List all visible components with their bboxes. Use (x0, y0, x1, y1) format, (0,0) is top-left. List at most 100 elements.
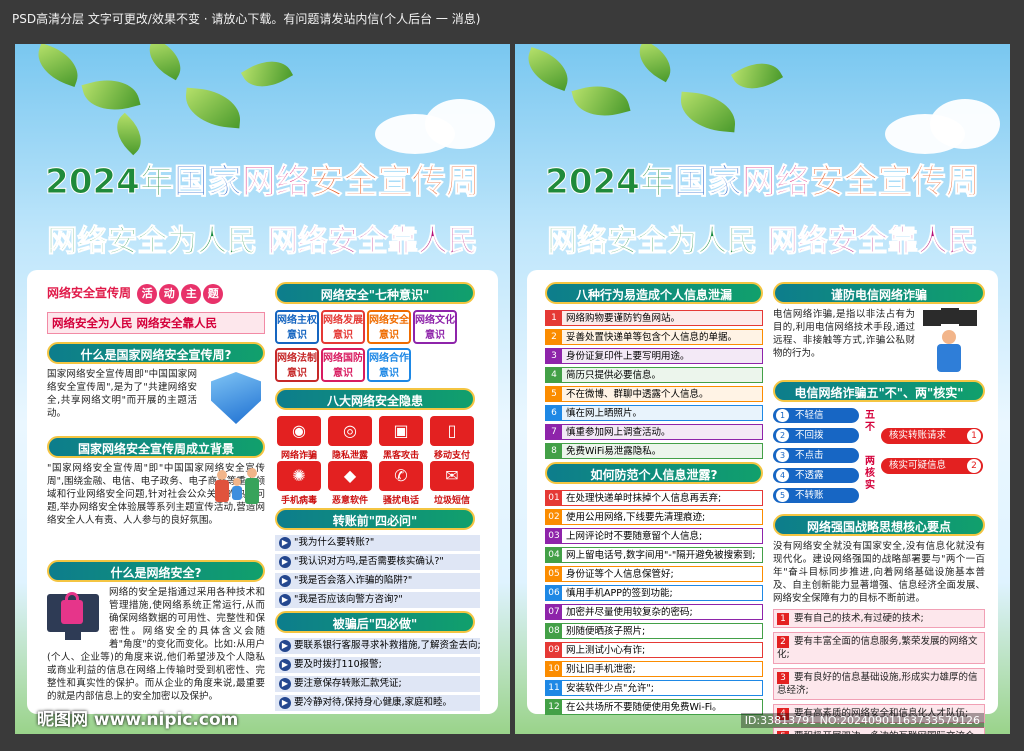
fraud-person-icon (919, 308, 981, 374)
do-item: ▶ 要注意保存转账汇款凭证; (275, 676, 480, 692)
five-no-item: 2 不回拨 (773, 428, 859, 443)
theme-circle: 主 (181, 284, 202, 304)
risk-item: ◉ 网络诈骗 (275, 416, 323, 461)
item-number: 02 (546, 510, 562, 524)
five-no-text: 不转账 (795, 490, 824, 501)
leaf-decoration (521, 47, 575, 91)
section-header: 电信网络诈骗五"不"、两"核实" (773, 380, 985, 402)
section-header: 谨防电信网络诈骗 (773, 282, 985, 304)
item-number: 2 (967, 459, 981, 473)
prevent-text: 慎用手机APP的签到功能; (566, 588, 673, 599)
two-check-list: 核实转账请求 1 核实可疑信息 2 (881, 428, 983, 488)
prevent-text: 上网评论时不要随意留个人信息; (566, 531, 703, 542)
item-number: 8 (546, 444, 562, 458)
do-text: 要注意保存转账汇款凭证; (294, 678, 402, 689)
content-panel: 八种行为易造成个人信息泄漏 1 网络购物要谨防钓鱼网站。 2 妥善处置快递单等包含个人… (527, 270, 998, 734)
leak-text: 不在微博、群聊中透露个人信息。 (566, 389, 709, 400)
item-number: 1 (546, 311, 562, 325)
play-icon: ▶ (279, 639, 291, 652)
prevent-list: 01 在处理快递单时抹掉个人信息再丢弃; 02 使用公用网络,下线要先清理痕迹; 03 上… (545, 490, 763, 715)
item-number: 5 (546, 387, 562, 401)
item-number: 4 (546, 368, 562, 382)
sms-icon: ✉ (430, 461, 474, 491)
awareness-tile: 网络文化意识 (413, 310, 457, 344)
slogan-bar: 网络安全为人民 网络安全靠人民 (47, 312, 265, 334)
risk-label: 垃圾短信 (433, 496, 470, 506)
subtitle-right: 网络安全靠人民 (767, 224, 978, 260)
do-item: ▶ 要及时拨打110报警; (275, 657, 480, 673)
leaf-decoration (631, 44, 679, 83)
ask-text: "我认识对方吗,是否需要核实确认?" (294, 556, 444, 567)
leaf-decoration (183, 87, 243, 129)
risk-item: ◆ 恶意软件 (326, 461, 374, 506)
awareness-tile: 网络国防意识 (321, 348, 365, 382)
subtitle-left: 网络安全为人民 (547, 224, 758, 260)
family-icon (213, 464, 263, 512)
poster-left: 2024年国家网络安全宣传周 网络安全为人民 网络安全靠人民 网络安全宣传周 活… (15, 44, 510, 734)
cloud-decoration (425, 99, 495, 149)
item-number: 12 (546, 700, 562, 714)
item-number: 5 (776, 489, 789, 502)
leak-text: 妥善处置快递单等包含个人信息的单据。 (566, 332, 738, 343)
section-header: 如何防范个人信息泄露? (545, 462, 763, 484)
paragraph: 电信网络诈骗,是指以非法占有为目的,利用电信网络技术手段,通过远程、非接触等方式… (773, 309, 915, 359)
title-year: 2024年 (545, 162, 675, 203)
leak-item: 4 简历只提供必要信息。 (545, 367, 763, 383)
item-number: 09 (546, 643, 562, 657)
play-icon: ▶ (279, 593, 291, 606)
subtitle: 网络安全为人民 网络安全靠人民 (515, 216, 1010, 260)
requirement-item: 2 要有丰富全面的信息服务,繁荣发展的网络文化; (773, 632, 985, 664)
title-part: 网络 (241, 162, 310, 203)
prevent-text: 安装软件少点"允许"; (566, 683, 654, 694)
hacker-icon: ▣ (379, 416, 423, 446)
play-icon: ▶ (279, 696, 291, 709)
item-number: 3 (777, 671, 789, 684)
do-item: ▶ 要冷静对待,保持身心健康,家庭和睦。 (275, 695, 480, 711)
leak-text: 免费WiFi易泄露隐私。 (566, 446, 662, 457)
item-number: 2 (776, 429, 789, 442)
prevent-item: 09 网上测试小心有诈; (545, 642, 763, 658)
item-number: 6 (546, 406, 562, 420)
main-title: 2024年国家网络安全宣传周 (515, 154, 1010, 203)
monitor-lock-icon (47, 588, 103, 648)
item-number: 7 (546, 425, 562, 439)
risk-item: ▣ 黑客攻击 (377, 416, 425, 461)
leaf-decoration (678, 91, 738, 133)
shield-icon (211, 372, 261, 424)
leak-list: 1 网络购物要谨防钓鱼网站。 2 妥善处置快递单等包含个人信息的单据。 3 身份证复印件上… (545, 310, 763, 459)
leak-item: 6 慎在网上晒照片。 (545, 405, 763, 421)
content-panel: 网络安全宣传周 活动主题 网络安全为人民 网络安全靠人民 什么是国家网络安全宣传… (27, 270, 498, 714)
prevent-item: 01 在处理快递单时抹掉个人信息再丢弃; (545, 490, 763, 506)
seven-awareness-grid: 网络主权意识网络发展意识网络安全意识网络文化意识网络法制意识网络国防意识网络合作… (275, 310, 485, 386)
subtitle-right: 网络安全靠人民 (267, 224, 478, 260)
five-no-label: 五不 (865, 410, 875, 433)
subtitle: 网络安全为人民 网络安全靠人民 (15, 216, 510, 260)
leaf-decoration (81, 71, 141, 119)
play-icon: ▶ (279, 574, 291, 587)
leaf-decoration (31, 44, 85, 87)
prevent-text: 加密并尽量使用较复杂的密码; (566, 607, 693, 618)
risk-label: 网络诈骗 (280, 451, 317, 461)
item-number: 2 (777, 635, 789, 648)
ask-text: "我是否应该向警方咨询?" (294, 594, 403, 605)
do-text: 要及时拨打110报警; (294, 659, 382, 670)
item-number: 5 (777, 730, 789, 734)
ask-item: ▶ "我为什么要转账?" (275, 535, 480, 551)
risk-item: ▯ 移动支付 (428, 416, 476, 461)
risk-item: ✺ 手机病毒 (275, 461, 323, 506)
eye-off-icon: ◎ (328, 416, 372, 446)
section-body: 电信网络诈骗,是指以非法占有为目的,利用电信网络技术手段,通过远程、非接触等方式… (773, 308, 985, 376)
prevent-item: 11 安装软件少点"允许"; (545, 680, 763, 696)
prevent-item: 06 慎用手机APP的签到功能; (545, 585, 763, 601)
paragraph: 没有网络安全就没有国家安全,没有信息化就没有现代化。建设网络强国的战略部署要与"… (773, 541, 985, 604)
theme-circle: 动 (159, 284, 180, 304)
requirement-item: 5要积极开展双边、多边的互联网国际交流合作。 (773, 727, 985, 734)
leaf-decoration (730, 52, 784, 100)
section-header: 网络强国战略思想核心要点 (773, 514, 985, 536)
item-number: 1 (967, 429, 981, 443)
five-no-text: 不透露 (795, 470, 824, 481)
requirement-item: 1 要有自己的技术,有过硬的技术; (773, 609, 985, 628)
prevent-item: 03 上网评论时不要随意留个人信息; (545, 528, 763, 544)
risk-label: 恶意软件 (331, 496, 368, 506)
leaf-decoration (141, 44, 189, 81)
